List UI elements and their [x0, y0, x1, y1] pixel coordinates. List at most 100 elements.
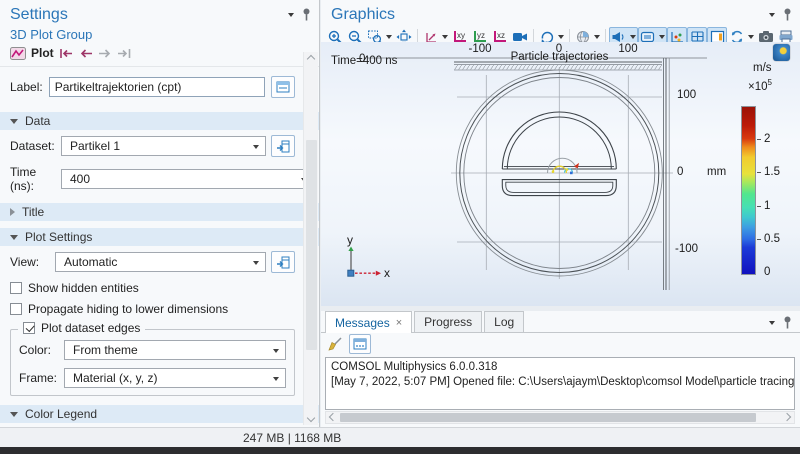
y-tick-label: -100 [675, 243, 698, 255]
section-header-color-legend[interactable]: Color Legend [0, 405, 319, 423]
show-hidden-entities-row: Show hidden entities [0, 279, 319, 297]
go-to-view-source-button[interactable] [271, 251, 295, 273]
section-header-plot-settings[interactable]: Plot Settings [0, 228, 319, 246]
colorbar-tick-label: 0 [764, 266, 770, 278]
colorbar-tick [757, 172, 761, 173]
dataset-row: Dataset: Partikel 1 [0, 132, 319, 160]
xy-plane-icon: xy [454, 31, 466, 42]
tab-log[interactable]: Log [484, 311, 524, 332]
view-row: View: Automatic [0, 248, 319, 276]
view-select[interactable]: Automatic [55, 252, 266, 272]
tab-messages[interactable]: Messages × [325, 311, 412, 333]
colorbar-tick-label: 1.5 [764, 166, 780, 178]
colorbar-unit: m/s [753, 62, 772, 74]
section-header-data[interactable]: Data [0, 112, 319, 130]
go-to-view-dropdown-icon[interactable] [442, 35, 448, 39]
plot-button[interactable]: Plot [31, 46, 54, 60]
propagate-hiding-row: Propagate hiding to lower dimensions [0, 300, 319, 318]
y-tick-label: 100 [677, 89, 696, 101]
graphics-panel: Graphics xy yz xz [321, 0, 800, 306]
dataset-select[interactable]: Partikel 1 [61, 136, 266, 156]
colorbar-multiplier: ×105 [748, 78, 772, 93]
propagate-hiding-label: Propagate hiding to lower dimensions [28, 302, 228, 316]
graphics-menu-caret-icon[interactable] [769, 13, 775, 17]
frame-select[interactable]: Material (x, y, z) [64, 368, 286, 388]
taskbar-edge [0, 447, 800, 454]
label-input[interactable] [49, 77, 265, 97]
zoom-box-dropdown-icon[interactable] [386, 35, 392, 39]
next-solution-button[interactable] [98, 48, 112, 59]
axis-x-label: x [384, 266, 390, 280]
previous-solution-button[interactable] [79, 48, 93, 59]
open-in-window-button[interactable] [349, 334, 371, 354]
pin-icon[interactable] [782, 8, 793, 21]
messages-log[interactable]: COMSOL Multiphysics 6.0.0.318 [May 7, 20… [325, 357, 795, 410]
rotate-dropdown-icon[interactable] [558, 35, 564, 39]
scroll-up-icon[interactable] [307, 55, 315, 63]
colorbar-tick-label: 1 [764, 200, 770, 212]
time-select[interactable]: 400 [61, 169, 314, 189]
show-hidden-entities-label: Show hidden entities [28, 281, 139, 295]
messages-tabbar: Messages × Progress Log [321, 311, 800, 333]
close-icon[interactable]: × [396, 317, 402, 329]
plot-dataset-edges-group: Plot dataset edges Color: From theme Fra… [10, 329, 295, 396]
time-row: Time (ns): 400 [0, 162, 319, 196]
plot-title: Particle trajectories [489, 51, 630, 63]
scrollbar-thumb[interactable] [306, 140, 317, 350]
memory-usage: 247 MB | 1168 MB [243, 431, 341, 445]
messages-hscrollbar[interactable] [325, 411, 795, 424]
edge-color-select[interactable]: From theme [64, 340, 286, 360]
scroll-left-icon[interactable] [329, 413, 337, 421]
corner-zero-label: 0 [359, 53, 365, 65]
settings-menu-caret-icon[interactable] [288, 13, 294, 17]
clear-messages-icon[interactable] [327, 336, 343, 352]
view-cube-icon[interactable] [773, 44, 790, 61]
colorbar-tick [757, 239, 761, 240]
y-tick-label: 0 [677, 166, 683, 178]
axis-y-label: y [347, 233, 353, 247]
pin-icon[interactable] [782, 316, 793, 329]
scroll-down-icon[interactable] [307, 414, 315, 422]
first-solution-button[interactable] [59, 48, 74, 59]
color-legend-bar [741, 106, 756, 275]
last-solution-button[interactable] [117, 48, 132, 59]
log-line: [May 7, 2022, 5:07 PM] Opened file: C:\U… [331, 375, 789, 390]
tab-progress[interactable]: Progress [414, 311, 482, 332]
axis-triad: y x [347, 233, 390, 280]
messages-menu-caret-icon[interactable] [769, 321, 775, 325]
settings-scrollbar[interactable] [303, 52, 318, 425]
environment-dropdown-icon[interactable] [748, 35, 754, 39]
plot-dataset-edges-checkbox[interactable] [23, 322, 35, 334]
grid-lines [451, 67, 673, 279]
plot-canvas[interactable]: y x Time=400 ns 0 -100 0 100 Particle tr… [321, 42, 800, 306]
scrollbar-thumb[interactable] [340, 413, 756, 422]
top-plate-edge [454, 62, 662, 70]
log-line: COMSOL Multiphysics 6.0.0.318 [331, 360, 789, 375]
plot-geometry: y x [321, 42, 800, 306]
colorbar-tick-label: 0.5 [764, 233, 780, 245]
show-hidden-entities-checkbox[interactable] [10, 282, 22, 294]
pin-icon[interactable] [301, 8, 312, 21]
section-header-title[interactable]: Title [0, 203, 319, 221]
right-plate-edge [664, 58, 670, 290]
plot-dataset-edges-label: Plot dataset edges [41, 322, 140, 334]
xz-plane-icon: xz [494, 31, 506, 42]
settings-panel: Settings 3D Plot Group Plot Label: Data [0, 0, 320, 427]
clipping-dropdown-icon[interactable] [659, 35, 665, 39]
tab-messages-label: Messages [335, 316, 390, 330]
frame-row: Frame: Material (x, y, z) [11, 365, 294, 391]
go-to-source-button[interactable] [271, 135, 295, 157]
scroll-right-icon[interactable] [783, 413, 791, 421]
color-caption: Color: [19, 343, 59, 357]
show-label-button[interactable] [271, 76, 295, 98]
collapse-arrow-icon [10, 235, 18, 240]
transparency-dropdown-icon[interactable] [630, 35, 636, 39]
label-row: Label: [0, 67, 319, 105]
propagate-hiding-checkbox[interactable] [10, 303, 22, 315]
colorbar-tick-label: 2 [764, 133, 770, 145]
plot-icon [10, 47, 26, 60]
axis-unit-label: mm [707, 166, 726, 178]
settings-action-row: Plot [0, 43, 319, 67]
scene-light-dropdown-icon[interactable] [594, 35, 600, 39]
collapse-arrow-icon [10, 119, 18, 124]
